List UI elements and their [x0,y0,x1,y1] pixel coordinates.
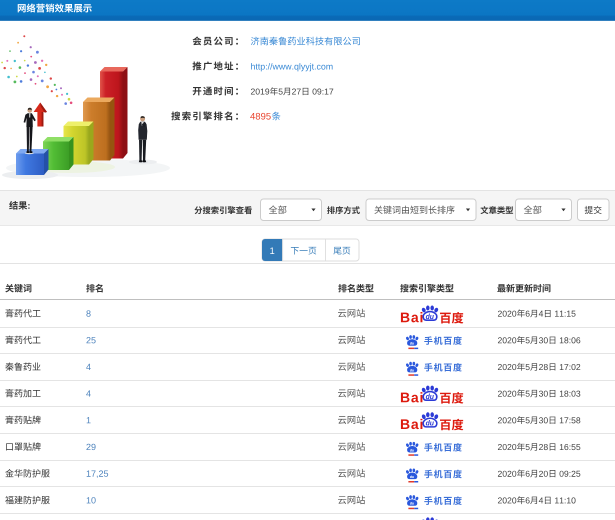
svg-text:du: du [426,314,435,321]
svg-text:du: du [426,421,435,428]
svg-text:du: du [426,394,435,401]
